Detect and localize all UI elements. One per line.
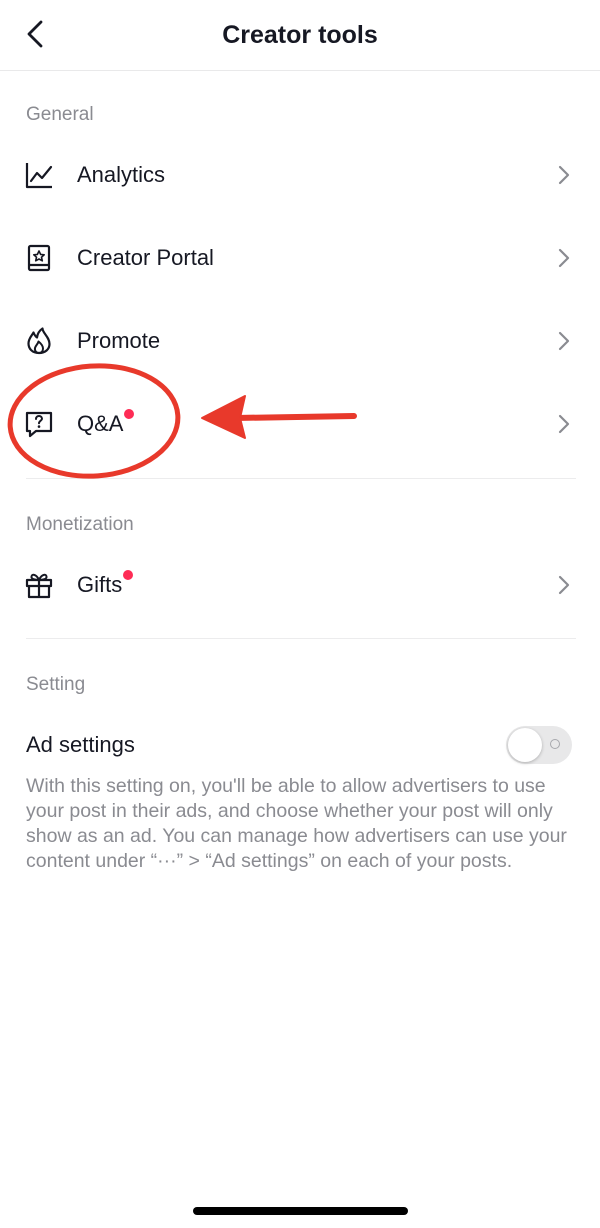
ad-settings-toggle[interactable] bbox=[506, 726, 572, 764]
menu-item-label: Q&A bbox=[77, 409, 135, 438]
menu-item-label: Gifts bbox=[77, 570, 134, 599]
question-bubble-icon bbox=[25, 411, 53, 438]
menu-item-creator-portal[interactable]: Creator Portal bbox=[0, 226, 600, 290]
menu-item-analytics[interactable]: Analytics bbox=[0, 143, 600, 207]
top-nav-bar: Creator tools bbox=[0, 0, 600, 71]
notification-dot bbox=[124, 409, 135, 419]
flame-icon bbox=[27, 327, 51, 355]
section-divider bbox=[26, 638, 576, 639]
menu-item-qa[interactable]: Q&A bbox=[0, 392, 600, 456]
creator-portal-book-icon bbox=[27, 244, 51, 272]
section-label-setting: Setting bbox=[26, 674, 86, 695]
page-title: Creator tools bbox=[222, 21, 378, 49]
chevron-right-icon bbox=[558, 575, 570, 595]
gift-icon bbox=[25, 573, 53, 599]
ad-settings-description: With this setting on, you'll be able to … bbox=[26, 775, 567, 872]
analytics-chart-icon bbox=[25, 163, 53, 189]
chevron-right-icon bbox=[558, 165, 570, 185]
menu-item-label: Creator Portal bbox=[77, 245, 214, 270]
menu-item-label: Analytics bbox=[77, 162, 166, 187]
section-divider bbox=[26, 478, 576, 479]
home-indicator bbox=[193, 1207, 408, 1215]
chevron-right-icon bbox=[558, 414, 570, 434]
menu-item-label: Promote bbox=[77, 328, 161, 353]
toggle-knob bbox=[508, 728, 542, 762]
ad-settings-title: Ad settings bbox=[26, 732, 135, 757]
menu-item-promote[interactable]: Promote bbox=[0, 309, 600, 373]
menu-item-gifts[interactable]: Gifts bbox=[0, 553, 600, 617]
toggle-off-icon bbox=[550, 739, 560, 749]
chevron-right-icon bbox=[558, 331, 570, 351]
notification-dot bbox=[123, 570, 134, 580]
chevron-right-icon bbox=[558, 248, 570, 268]
section-label-general: General bbox=[26, 104, 94, 125]
section-label-monetization: Monetization bbox=[26, 514, 134, 535]
